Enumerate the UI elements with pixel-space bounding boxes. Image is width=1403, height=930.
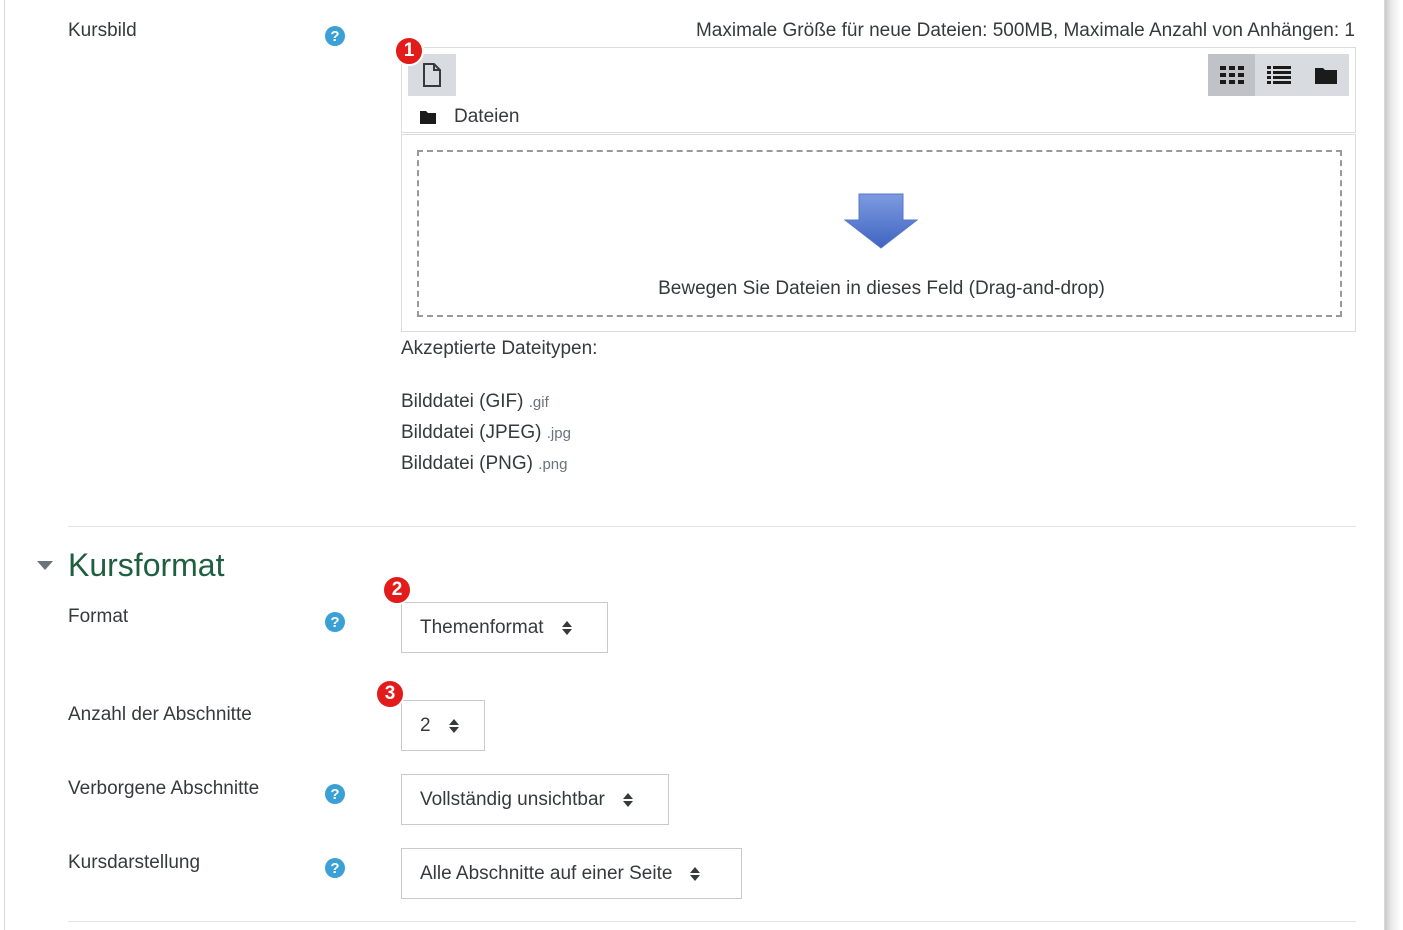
collapse-toggle-icon[interactable] [37,561,53,570]
page-left-border [4,0,5,930]
dropzone[interactable]: Bewegen Sie Dateien in dieses Feld (Drag… [417,150,1342,317]
filetype-ext: .gif [528,394,549,411]
filetype-item: Bilddatei (PNG) .png [401,453,571,484]
section-title-kursformat[interactable]: Kursformat [68,547,224,584]
filepicker-path[interactable]: Dateien [420,106,520,128]
format-help-icon[interactable]: ? [325,612,345,632]
sections-count-select[interactable]: 2 [401,700,485,751]
list-view-button[interactable] [1255,54,1302,96]
dropzone-text: Bewegen Sie Dateien in dieses Feld (Drag… [658,278,1105,299]
filetype-name: Bilddatei (GIF) [401,391,524,412]
view-switcher [1208,54,1349,96]
filepicker-max-info: Maximale Größe für neue Dateien: 500MB, … [695,20,1355,41]
folder-view-button[interactable] [1302,54,1349,96]
format-label: Format [68,606,129,627]
arrow-down-icon [844,193,918,249]
hidden-sections-select[interactable]: Vollständig unsichtbar [401,774,669,825]
format-select[interactable]: Themenformat [401,602,608,653]
list-view-icon [1266,66,1291,84]
kursbild-label: Kursbild [68,20,137,41]
select-caret-icon [690,866,701,881]
select-caret-icon [561,620,572,635]
format-select-value: Themenformat [420,616,544,638]
kursbild-help-icon[interactable]: ? [325,26,345,46]
folder-view-icon [1314,68,1337,84]
section-divider [68,526,1356,527]
course-layout-value: Alle Abschnitte auf einer Seite [420,862,673,884]
filetype-item: Bilddatei (JPEG) .jpg [401,422,571,453]
sections-count-value: 2 [420,714,431,736]
page-right-shadow [1385,0,1403,930]
course-layout-select[interactable]: Alle Abschnitte auf einer Seite [401,848,742,899]
filetype-item: Bilddatei (GIF) .gif [401,391,571,422]
annotation-marker-2: 2 [382,575,412,605]
filetype-ext: .jpg [546,425,571,442]
filetype-ext: .png [538,456,568,473]
filetype-name: Bilddatei (PNG) [401,453,533,474]
select-caret-icon [622,792,633,807]
filetype-list: Bilddatei (GIF) .gif Bilddatei (JPEG) .j… [401,391,571,484]
add-file-icon [423,63,441,87]
course-layout-help-icon[interactable]: ? [325,858,345,878]
select-caret-icon [448,718,459,733]
accepted-filetypes-title: Akzeptierte Dateitypen: [401,338,598,359]
grid-view-icon [1219,66,1244,84]
filepicker-body: Bewegen Sie Dateien in dieses Feld (Drag… [401,134,1356,332]
filepicker-path-label: Dateien [454,106,520,127]
section-divider [68,921,1356,922]
course-layout-label: Kursdarstellung [68,852,201,873]
annotation-marker-1: 1 [394,36,424,66]
sections-count-label: Anzahl der Abschnitte [68,704,252,725]
hidden-sections-help-icon[interactable]: ? [325,784,345,804]
filetype-name: Bilddatei (JPEG) [401,422,542,443]
grid-view-button[interactable] [1208,54,1255,96]
hidden-sections-value: Vollständig unsichtbar [420,788,605,810]
annotation-marker-3: 3 [375,679,405,709]
hidden-sections-label: Verborgene Abschnitte [68,778,260,799]
filepicker-header: Dateien [401,47,1356,133]
folder-icon [420,111,436,124]
